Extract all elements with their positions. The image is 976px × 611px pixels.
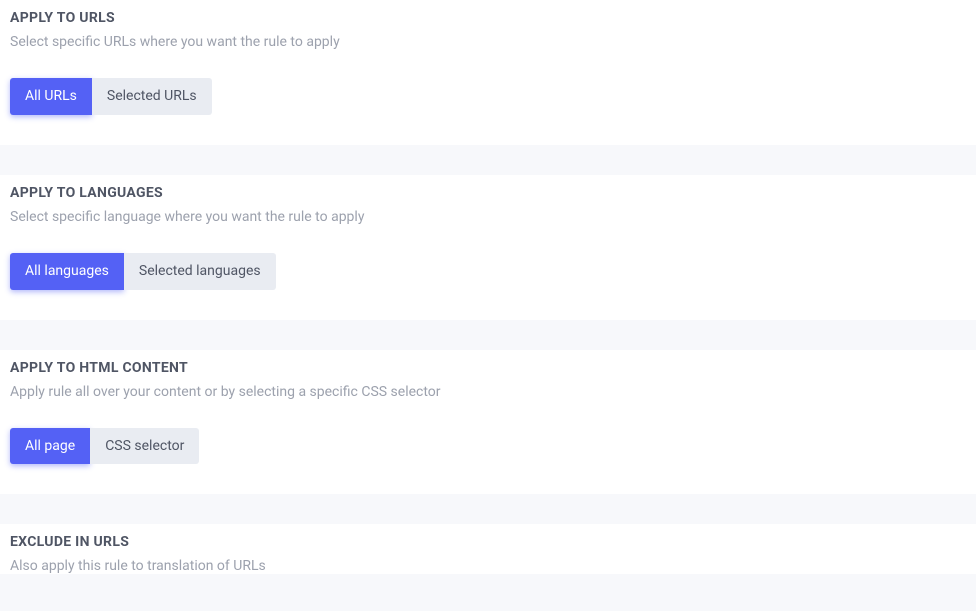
- section-title-exclude: EXCLUDE IN URLS: [10, 534, 966, 550]
- toggle-all-page[interactable]: All page: [10, 428, 90, 465]
- section-apply-to-urls: APPLY TO URLS Select specific URLs where…: [0, 0, 976, 145]
- section-apply-to-html: APPLY TO HTML CONTENT Apply rule all ove…: [0, 350, 976, 495]
- section-subtitle-html: Apply rule all over your content or by s…: [10, 384, 966, 400]
- section-subtitle-languages: Select specific language where you want …: [10, 209, 966, 225]
- section-apply-to-languages: APPLY TO LANGUAGES Select specific langu…: [0, 175, 976, 320]
- toggle-group-urls: All URLs Selected URLs: [10, 78, 212, 115]
- toggle-css-selector[interactable]: CSS selector: [90, 428, 199, 465]
- toggle-selected-languages[interactable]: Selected languages: [124, 253, 276, 290]
- toggle-selected-urls[interactable]: Selected URLs: [92, 78, 212, 115]
- section-title-languages: APPLY TO LANGUAGES: [10, 185, 966, 201]
- toggle-all-urls[interactable]: All URLs: [10, 78, 92, 115]
- section-exclude-in-urls: EXCLUDE IN URLS Also apply this rule to …: [0, 524, 976, 574]
- toggle-group-html: All page CSS selector: [10, 428, 199, 465]
- section-title-html: APPLY TO HTML CONTENT: [10, 360, 966, 376]
- toggle-all-languages[interactable]: All languages: [10, 253, 124, 290]
- section-title-urls: APPLY TO URLS: [10, 10, 966, 26]
- toggle-group-languages: All languages Selected languages: [10, 253, 276, 290]
- section-subtitle-exclude: Also apply this rule to translation of U…: [10, 558, 966, 574]
- section-subtitle-urls: Select specific URLs where you want the …: [10, 34, 966, 50]
